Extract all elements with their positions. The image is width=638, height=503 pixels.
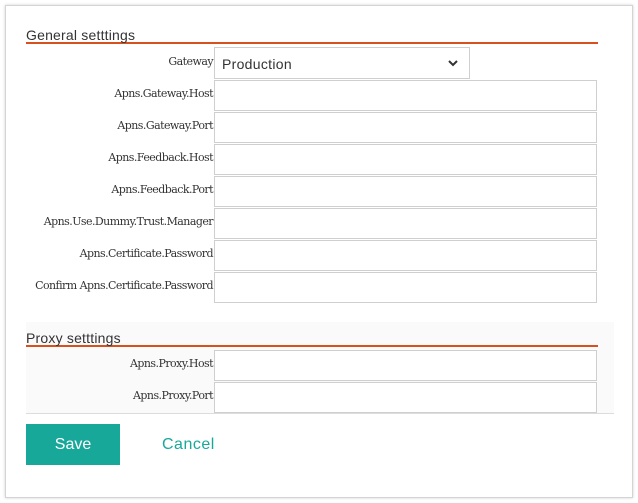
gateway-label: Gateway — [168, 55, 213, 68]
confirm-apns-certificate-password-input[interactable] — [214, 272, 597, 303]
apns-feedback-port-label: Apns.Feedback.Port — [111, 183, 213, 196]
save-button[interactable]: Save — [26, 424, 120, 465]
gateway-select[interactable]: Production — [214, 47, 470, 79]
apns-feedback-port-input[interactable] — [214, 176, 597, 207]
apns-proxy-host-label: Apns.Proxy.Host — [130, 357, 214, 370]
cancel-button[interactable]: Cancel — [162, 424, 215, 465]
apns-gateway-port-input[interactable] — [214, 112, 597, 143]
apns-use-dummy-trust-manager-input[interactable] — [214, 208, 597, 239]
apns-gateway-host-input[interactable] — [214, 80, 597, 111]
apns-feedback-host-label: Apns.Feedback.Host — [108, 151, 213, 164]
apns-certificate-password-input[interactable] — [214, 240, 597, 271]
apns-use-dummy-trust-manager-label: Apns.Use.Dummy.Trust.Manager — [43, 215, 214, 228]
apns-proxy-port-label: Apns.Proxy.Port — [133, 389, 214, 402]
apns-gateway-host-label: Apns.Gateway.Host — [114, 87, 213, 100]
general-settings-title: General setttings — [26, 28, 598, 44]
chevron-down-icon — [448, 60, 458, 67]
apns-proxy-port-input[interactable] — [214, 382, 597, 413]
settings-panel: General setttings Gateway Production Apn… — [5, 5, 633, 498]
confirm-apns-certificate-password-label: Confirm Apns.Certificate.Password — [35, 279, 213, 292]
gateway-select-value: Production — [222, 56, 292, 72]
proxy-settings-title: Proxy setttings — [26, 331, 598, 347]
apns-proxy-host-input[interactable] — [214, 350, 597, 381]
apns-gateway-port-label: Apns.Gateway.Port — [117, 119, 213, 132]
apns-certificate-password-label: Apns.Certificate.Password — [79, 247, 214, 260]
apns-feedback-host-input[interactable] — [214, 144, 597, 175]
